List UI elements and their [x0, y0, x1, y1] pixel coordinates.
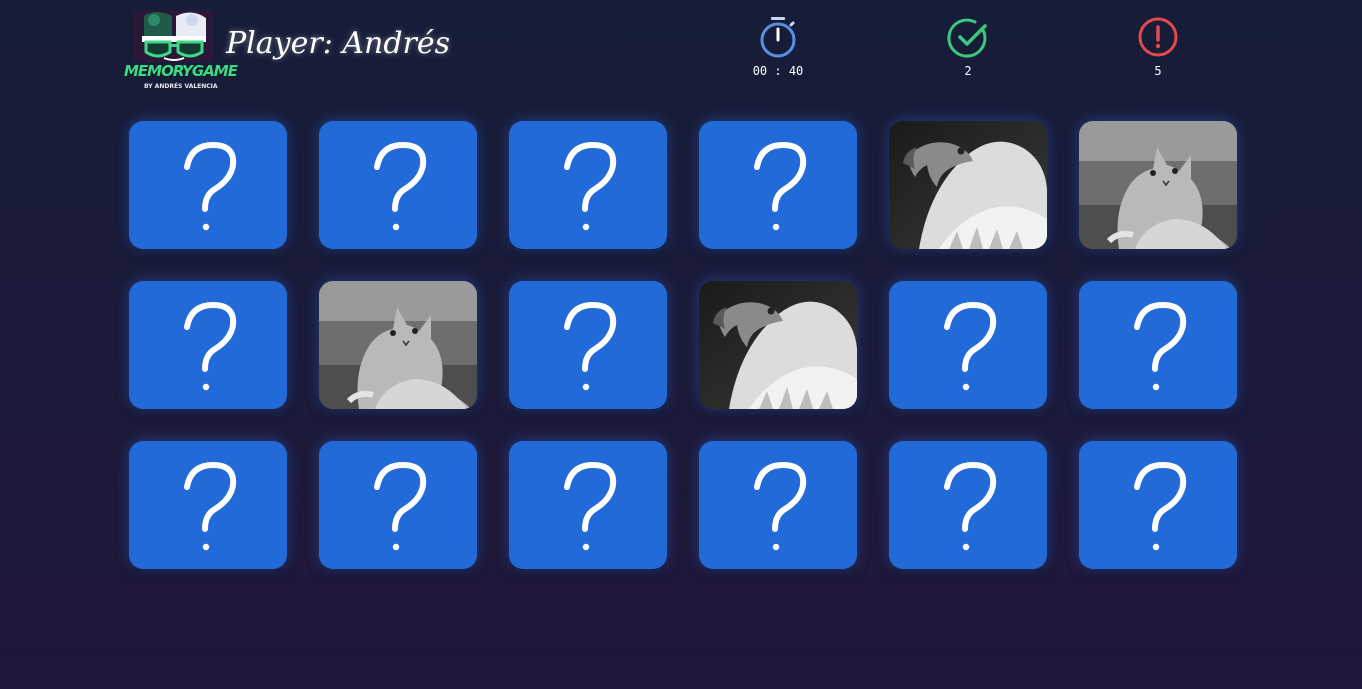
stopwatch-icon: [760, 17, 796, 58]
question-mark-icon: [184, 462, 237, 551]
question-mark-icon: [564, 302, 617, 391]
logo-text: MEMORYGAME: [124, 62, 238, 80]
brain-glasses-icon: [134, 10, 214, 62]
memory-card-hidden[interactable]: [319, 121, 477, 249]
alert-circle-icon: [1138, 17, 1178, 57]
memory-card-hidden[interactable]: [699, 121, 857, 249]
game-header: MEMORYGAME BY ANDRÉS VALENCIA Player: An…: [0, 0, 1362, 100]
memory-game-logo: MEMORYGAME BY ANDRÉS VALENCIA: [124, 10, 238, 92]
question-mark-icon: [1134, 302, 1187, 391]
question-mark-icon: [1134, 462, 1187, 551]
cat-image: [1079, 121, 1237, 249]
errors-value: 5: [1154, 64, 1162, 78]
logo-subtitle: BY ANDRÉS VALENCIA: [144, 83, 218, 90]
matches-stat: 2: [938, 16, 998, 78]
matches-value: 2: [964, 64, 972, 78]
eagle-image: [699, 281, 857, 409]
player-name: Player: Andrés: [226, 26, 451, 61]
question-mark-icon: [944, 462, 997, 551]
cat-image: [319, 281, 477, 409]
question-mark-icon: [754, 142, 807, 231]
eagle-image: [889, 121, 1047, 249]
memory-card-revealed[interactable]: [889, 121, 1047, 249]
timer-value: 00 : 40: [752, 64, 804, 78]
errors-stat: 5: [1128, 16, 1188, 78]
question-mark-icon: [374, 142, 427, 231]
check-circle-icon: [947, 18, 987, 58]
memory-card-revealed[interactable]: [1079, 121, 1237, 249]
card-grid: [129, 121, 1237, 569]
question-mark-icon: [944, 302, 997, 391]
memory-card-hidden[interactable]: [509, 281, 667, 409]
memory-card-revealed[interactable]: [699, 281, 857, 409]
memory-card-hidden[interactable]: [319, 441, 477, 569]
question-mark-icon: [564, 462, 617, 551]
question-mark-icon: [754, 462, 807, 551]
memory-card-hidden[interactable]: [509, 121, 667, 249]
memory-card-hidden[interactable]: [699, 441, 857, 569]
memory-card-hidden[interactable]: [129, 441, 287, 569]
memory-card-hidden[interactable]: [129, 281, 287, 409]
memory-card-hidden[interactable]: [889, 441, 1047, 569]
question-mark-icon: [374, 462, 427, 551]
memory-card-hidden[interactable]: [129, 121, 287, 249]
memory-card-hidden[interactable]: [509, 441, 667, 569]
question-mark-icon: [564, 142, 617, 231]
memory-card-hidden[interactable]: [1079, 441, 1237, 569]
timer-stat: 00 : 40: [748, 16, 808, 78]
question-mark-icon: [184, 142, 237, 231]
memory-card-revealed[interactable]: [319, 281, 477, 409]
question-mark-icon: [184, 302, 237, 391]
memory-card-hidden[interactable]: [889, 281, 1047, 409]
memory-card-hidden[interactable]: [1079, 281, 1237, 409]
